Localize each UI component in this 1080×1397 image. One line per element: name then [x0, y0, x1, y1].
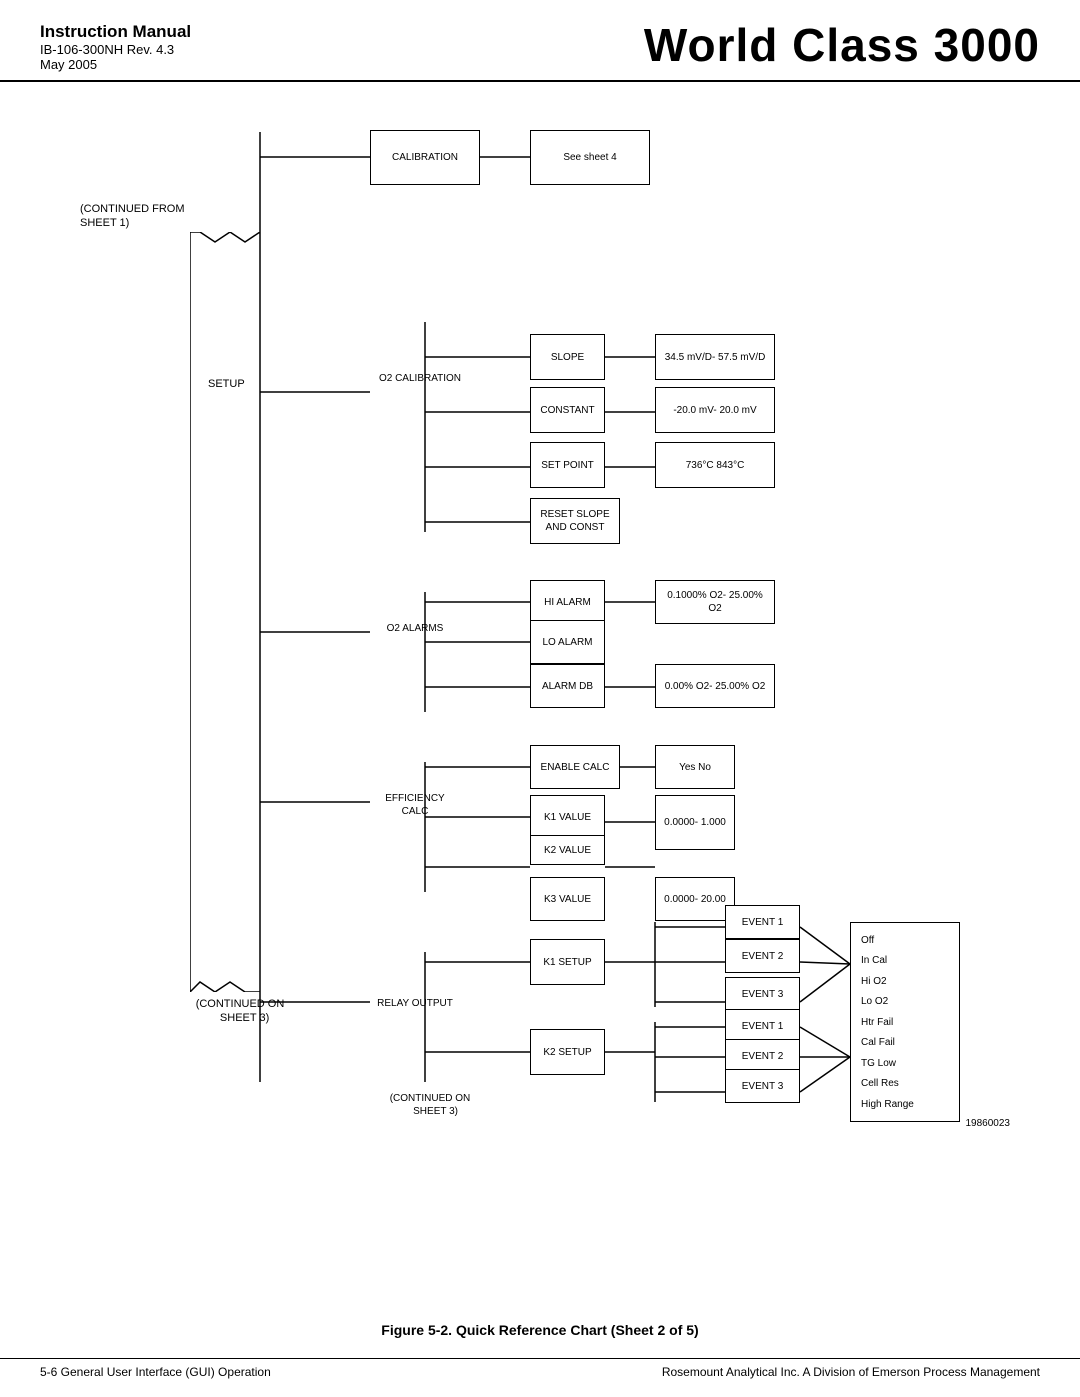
- yes-no-box: Yes No: [655, 745, 735, 789]
- option-off: Off: [861, 934, 874, 947]
- brand-title: World Class 3000: [644, 18, 1040, 72]
- doc-subtitle-2: May 2005: [40, 57, 191, 72]
- slope-box: SLOPE: [530, 334, 605, 380]
- option-hi-o2: Hi O2: [861, 975, 887, 988]
- doc-subtitle-1: IB-106-300NH Rev. 4.3: [40, 42, 191, 57]
- footer-right: Rosemount Analytical Inc. A Division of …: [662, 1365, 1040, 1379]
- header-right: World Class 3000: [644, 18, 1040, 72]
- enable-calc-box: ENABLE CALC: [530, 745, 620, 789]
- o2-cal-label: O2 CALIBRATION: [370, 372, 470, 385]
- continued-on-sheet3-diagram: (CONTINUED ON SHEET 3): [370, 1092, 490, 1118]
- doc-number: 19860023: [966, 1117, 1011, 1130]
- set-point-box: SET POINT: [530, 442, 605, 488]
- k2-value-box: K2 VALUE: [530, 835, 605, 865]
- k1k2-val-box: 0.0000- 1.000: [655, 795, 735, 850]
- k1-value-box: K1 VALUE: [530, 795, 605, 839]
- page: Instruction Manual IB-106-300NH Rev. 4.3…: [0, 0, 1080, 1397]
- o2-alarms-label: O2 ALARMS: [370, 622, 460, 635]
- relay-output-label: RELAY OUTPUT: [370, 997, 460, 1010]
- slope-val-box: 34.5 mV/D- 57.5 mV/D: [655, 334, 775, 380]
- hi-alarm-val-box: 0.1000% O2- 25.00% O2: [655, 580, 775, 624]
- event-k2-1-box: EVENT 1: [725, 1009, 800, 1043]
- doc-title: Instruction Manual: [40, 22, 191, 42]
- constant-val-box: -20.0 mV- 20.0 mV: [655, 387, 775, 433]
- set-point-val-box: 736°C 843°C: [655, 442, 775, 488]
- option-cal-fail: Cal Fail: [861, 1036, 895, 1049]
- figure-caption: Figure 5-2. Quick Reference Chart (Sheet…: [0, 1322, 1080, 1338]
- k2-setup-box: K2 SETUP: [530, 1029, 605, 1075]
- event-k1-1-box: EVENT 1: [725, 905, 800, 939]
- option-in-cal: In Cal: [861, 954, 887, 967]
- k3-val-box: 0.0000- 20.00: [655, 877, 735, 921]
- diagram-area: (CONTINUED FROM SHEET 1) SETUP (CONTINUE…: [60, 102, 1020, 1302]
- continued-on-bottom-label: (CONTINUED ON SHEET 3): [185, 997, 295, 1026]
- event-k2-2-box: EVENT 2: [725, 1039, 800, 1073]
- k1-setup-box: K1 SETUP: [530, 939, 605, 985]
- option-htr-fail: Htr Fail: [861, 1016, 893, 1029]
- constant-box: CONSTANT: [530, 387, 605, 433]
- footer: 5-6 General User Interface (GUI) Operati…: [0, 1358, 1080, 1379]
- option-high-range: High Range: [861, 1098, 914, 1111]
- efficiency-label: EFFICIENCYCALC: [370, 792, 460, 818]
- hi-alarm-box: HI ALARM: [530, 580, 605, 624]
- option-lo-o2: Lo O2: [861, 995, 888, 1008]
- reset-slope-box: RESET SLOPE AND CONST: [530, 498, 620, 544]
- options-box: Off In Cal Hi O2 Lo O2 Htr Fail Cal Fail…: [850, 922, 960, 1122]
- event-k1-3-box: EVENT 3: [725, 977, 800, 1011]
- option-tg-low: TG Low: [861, 1057, 896, 1070]
- event-k1-2-box: EVENT 2: [725, 939, 800, 973]
- setup-label: SETUP: [208, 377, 245, 391]
- continued-from-label: (CONTINUED FROM SHEET 1): [80, 202, 210, 231]
- header-left: Instruction Manual IB-106-300NH Rev. 4.3…: [40, 22, 191, 72]
- left-connector-svg: [190, 232, 260, 992]
- footer-left: 5-6 General User Interface (GUI) Operati…: [40, 1365, 271, 1379]
- alarm-db-box: ALARM DB: [530, 664, 605, 708]
- event-k2-3-box: EVENT 3: [725, 1069, 800, 1103]
- header: Instruction Manual IB-106-300NH Rev. 4.3…: [0, 0, 1080, 82]
- lo-alarm-box: LO ALARM: [530, 620, 605, 664]
- see-sheet-box: See sheet 4: [530, 130, 650, 185]
- k3-value-box: K3 VALUE: [530, 877, 605, 921]
- option-cell-res: Cell Res: [861, 1077, 899, 1090]
- calibration-box: CALIBRATION: [370, 130, 480, 185]
- alarm-db-val-box: 0.00% O2- 25.00% O2: [655, 664, 775, 708]
